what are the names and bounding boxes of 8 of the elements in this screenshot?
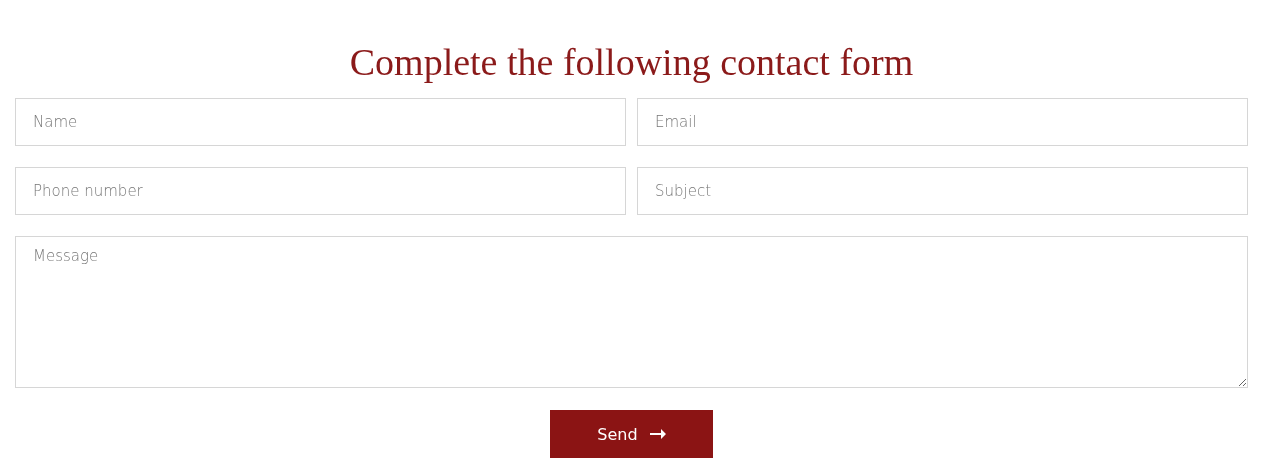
send-button[interactable]: Send: [550, 410, 713, 458]
arrow-right-icon: [649, 429, 666, 439]
form-title: Complete the following contact form: [348, 40, 915, 84]
text-field[interactable]: Subject: [637, 167, 1248, 215]
text-field[interactable]: Email: [637, 98, 1248, 146]
message-field[interactable]: Message: [15, 236, 1248, 388]
text-field[interactable]: Phone number: [15, 167, 626, 215]
text-field[interactable]: Name: [15, 98, 626, 146]
